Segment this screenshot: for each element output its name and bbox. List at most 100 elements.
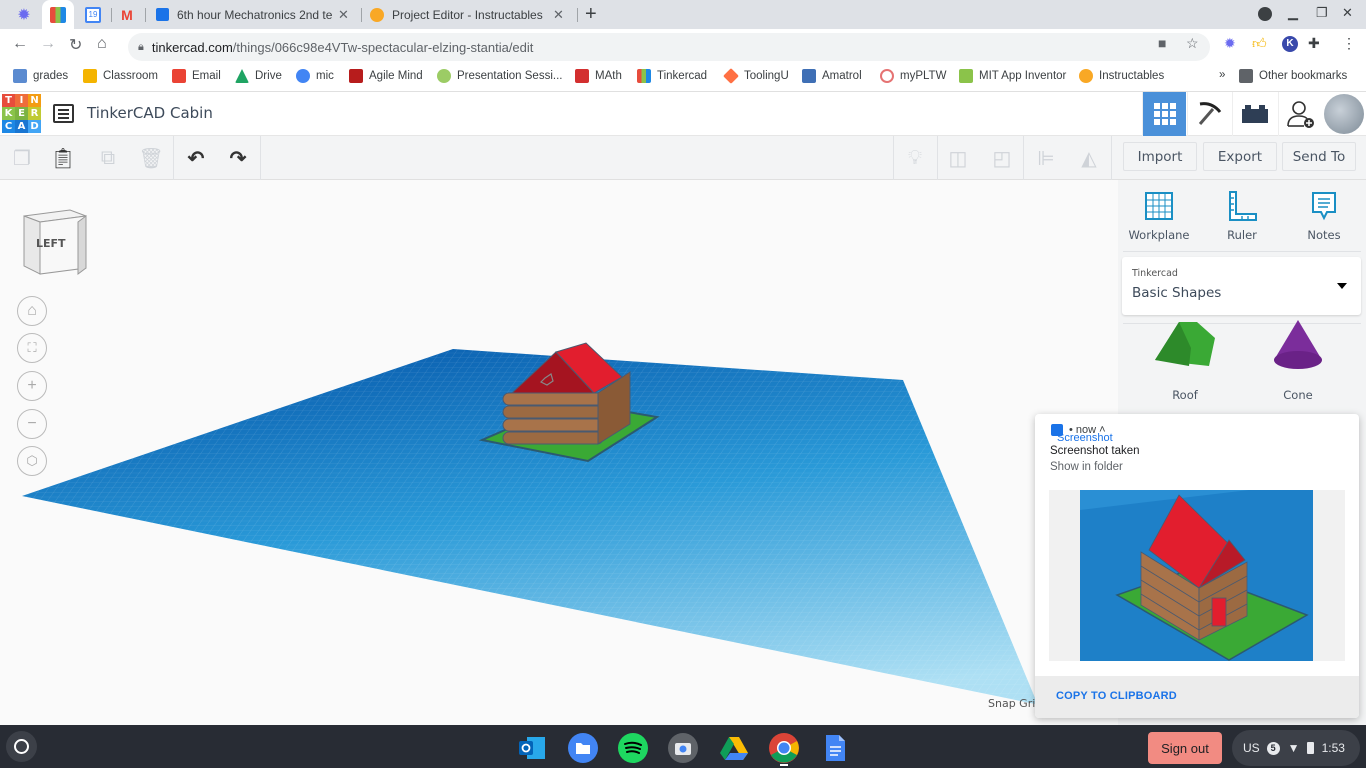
3d-workspace[interactable]: LEFT ⌂ ⛶ + − ⬡ Snap Gric: [0, 180, 1118, 725]
tinkercad-icon: [50, 6, 66, 23]
other-bookmarks-folder[interactable]: Other bookmarks: [1239, 69, 1347, 83]
close-tab-icon[interactable]: ✕: [553, 7, 564, 23]
spotify-app[interactable]: [618, 733, 648, 763]
ungroup-icon[interactable]: ◰: [990, 146, 1014, 170]
camera-indicator-icon[interactable]: ■: [1158, 35, 1166, 51]
tab-pinned-calendar[interactable]: 19: [78, 0, 108, 29]
tinkercad-logo[interactable]: TINKERCAD: [2, 94, 41, 133]
redo-icon[interactable]: ↷: [226, 146, 250, 170]
bookmark-mypltw[interactable]: myPLTW: [880, 69, 946, 83]
workplane-tool[interactable]: Workplane: [1124, 190, 1194, 242]
notes-tool[interactable]: Notes: [1289, 190, 1359, 242]
snap-grid-label[interactable]: Snap Gric: [988, 697, 1041, 710]
align-icon[interactable]: ⊫: [1034, 146, 1058, 170]
minimize-icon[interactable]: ▁: [1288, 5, 1298, 21]
group-icon[interactable]: ◫: [946, 146, 970, 170]
bookmark-classroom[interactable]: Classroom: [83, 69, 158, 83]
chrome-app[interactable]: [769, 733, 799, 766]
logo-letter: K: [2, 107, 15, 120]
workplane-canvas[interactable]: [0, 180, 1118, 725]
bookmark-label: mic: [316, 70, 334, 82]
duplicate-icon[interactable]: ⧉: [96, 146, 120, 170]
blocks-mode-button[interactable]: [1187, 92, 1231, 136]
close-window-icon[interactable]: ✕: [1342, 5, 1353, 21]
bookmark-presentation[interactable]: Presentation Sessi...: [437, 69, 562, 83]
view-cube[interactable]: LEFT: [20, 208, 87, 275]
tab-classroom[interactable]: 6th hour Mechatronics 2nd term ✕: [150, 0, 355, 29]
import-button[interactable]: Import: [1123, 142, 1197, 171]
sign-out-button[interactable]: Sign out: [1148, 732, 1222, 764]
copy-to-clipboard-button[interactable]: COPY TO CLIPBOARD: [1056, 690, 1177, 702]
tab-pinned-tinkercad[interactable]: [42, 0, 74, 29]
bricks-mode-button[interactable]: [1232, 92, 1276, 136]
outlook-app[interactable]: [517, 733, 547, 763]
zoom-out-button[interactable]: −: [17, 409, 47, 439]
grid-icon: [1153, 103, 1176, 125]
launcher-button[interactable]: [6, 731, 37, 762]
zoom-in-button[interactable]: +: [17, 371, 47, 401]
close-tab-icon[interactable]: ✕: [338, 7, 349, 23]
shape-library-dropdown[interactable]: Tinkercad Basic Shapes: [1122, 257, 1361, 315]
more-bookmarks-button[interactable]: »: [1219, 69, 1225, 81]
bookmark-mic[interactable]: mic: [296, 69, 334, 83]
bookmark-grades[interactable]: grades: [13, 69, 68, 83]
bookmark-math[interactable]: MAth: [575, 69, 622, 83]
reload-icon[interactable]: ↻: [69, 35, 82, 55]
files-app[interactable]: [568, 733, 598, 763]
user-avatar[interactable]: [1324, 94, 1364, 134]
fit-view-button[interactable]: ⛶: [17, 333, 47, 363]
lightbulb-icon[interactable]: 💡︎: [903, 146, 927, 170]
address-bar[interactable]: 🔒︎ tinkercad.com/things/066c98e4VTw-spec…: [128, 33, 1210, 61]
design-list-icon[interactable]: [53, 104, 74, 123]
shape-roof[interactable]: Roof: [1145, 320, 1225, 402]
shape-cone[interactable]: Cone: [1258, 320, 1338, 402]
extension-sparkle-icon[interactable]: ✹: [1224, 35, 1236, 52]
invite-user-button[interactable]: [1278, 92, 1322, 136]
bookmark-drive[interactable]: Drive: [235, 69, 282, 83]
docs-app[interactable]: [820, 733, 850, 763]
camera-app[interactable]: [668, 733, 698, 763]
copy-icon[interactable]: ❐: [10, 146, 34, 170]
3d-design-mode-button[interactable]: [1142, 92, 1186, 136]
bookmark-tinkercad[interactable]: Tinkercad: [637, 69, 707, 83]
bookmark-mit-app-inventor[interactable]: MIT App Inventor: [959, 69, 1066, 83]
home-view-button[interactable]: ⌂: [17, 296, 47, 326]
screenshot-notification[interactable]: Screenshot • now ˄ Screenshot taken Show…: [1035, 414, 1359, 718]
back-icon[interactable]: ←: [12, 35, 28, 53]
project-title[interactable]: TinkerCAD Cabin: [87, 104, 213, 122]
undo-icon[interactable]: ↶: [184, 146, 208, 170]
pear-icon: [437, 69, 451, 83]
perspective-button[interactable]: ⬡: [17, 446, 47, 476]
paste-icon[interactable]: 📋︎: [50, 146, 75, 170]
bookmark-email[interactable]: Email: [172, 69, 221, 83]
tab-pinned-sparkle[interactable]: ✹: [9, 0, 39, 29]
mirror-icon[interactable]: ◭: [1077, 146, 1101, 170]
tab-pinned-gmail[interactable]: M: [112, 0, 142, 29]
extension-k-icon[interactable]: K: [1282, 36, 1298, 52]
export-button[interactable]: Export: [1203, 142, 1277, 171]
home-icon[interactable]: ⌂: [97, 35, 107, 53]
status-tray[interactable]: US 5 ▼ 1:53: [1232, 730, 1360, 766]
ruler-tool[interactable]: Ruler: [1207, 190, 1277, 242]
screenshot-thumbnail[interactable]: [1049, 490, 1345, 661]
tab-search-icon[interactable]: [1258, 7, 1272, 21]
system-shelf: Sign out US 5 ▼ 1:53: [0, 725, 1366, 768]
bookmark-amatrol[interactable]: Amatrol: [802, 69, 862, 83]
extensions-puzzle-icon[interactable]: ✚: [1308, 35, 1320, 52]
forward-icon[interactable]: →: [40, 35, 56, 53]
chrome-menu-icon[interactable]: ⋮: [1342, 35, 1356, 52]
send-to-button[interactable]: Send To: [1282, 142, 1356, 171]
bookmark-toolingu[interactable]: ToolingU: [723, 68, 789, 84]
restore-icon[interactable]: ❐: [1316, 5, 1328, 21]
extension-thumbs-up-icon[interactable]: 👍︎: [1252, 35, 1267, 52]
bookmark-agile-mind[interactable]: Agile Mind: [349, 69, 423, 83]
home-icon: ⌂: [27, 302, 37, 319]
docs-icon: [826, 735, 845, 761]
drive-app[interactable]: [719, 733, 749, 763]
bookmark-star-icon[interactable]: ☆: [1186, 35, 1199, 52]
new-tab-button[interactable]: +: [585, 3, 597, 26]
delete-icon[interactable]: 🗑︎: [138, 146, 163, 170]
bookmark-instructables[interactable]: Instructables: [1079, 69, 1164, 83]
tab-instructables[interactable]: Project Editor - Instructables ✕: [366, 0, 571, 29]
show-in-folder-link[interactable]: Show in folder: [1050, 461, 1123, 473]
